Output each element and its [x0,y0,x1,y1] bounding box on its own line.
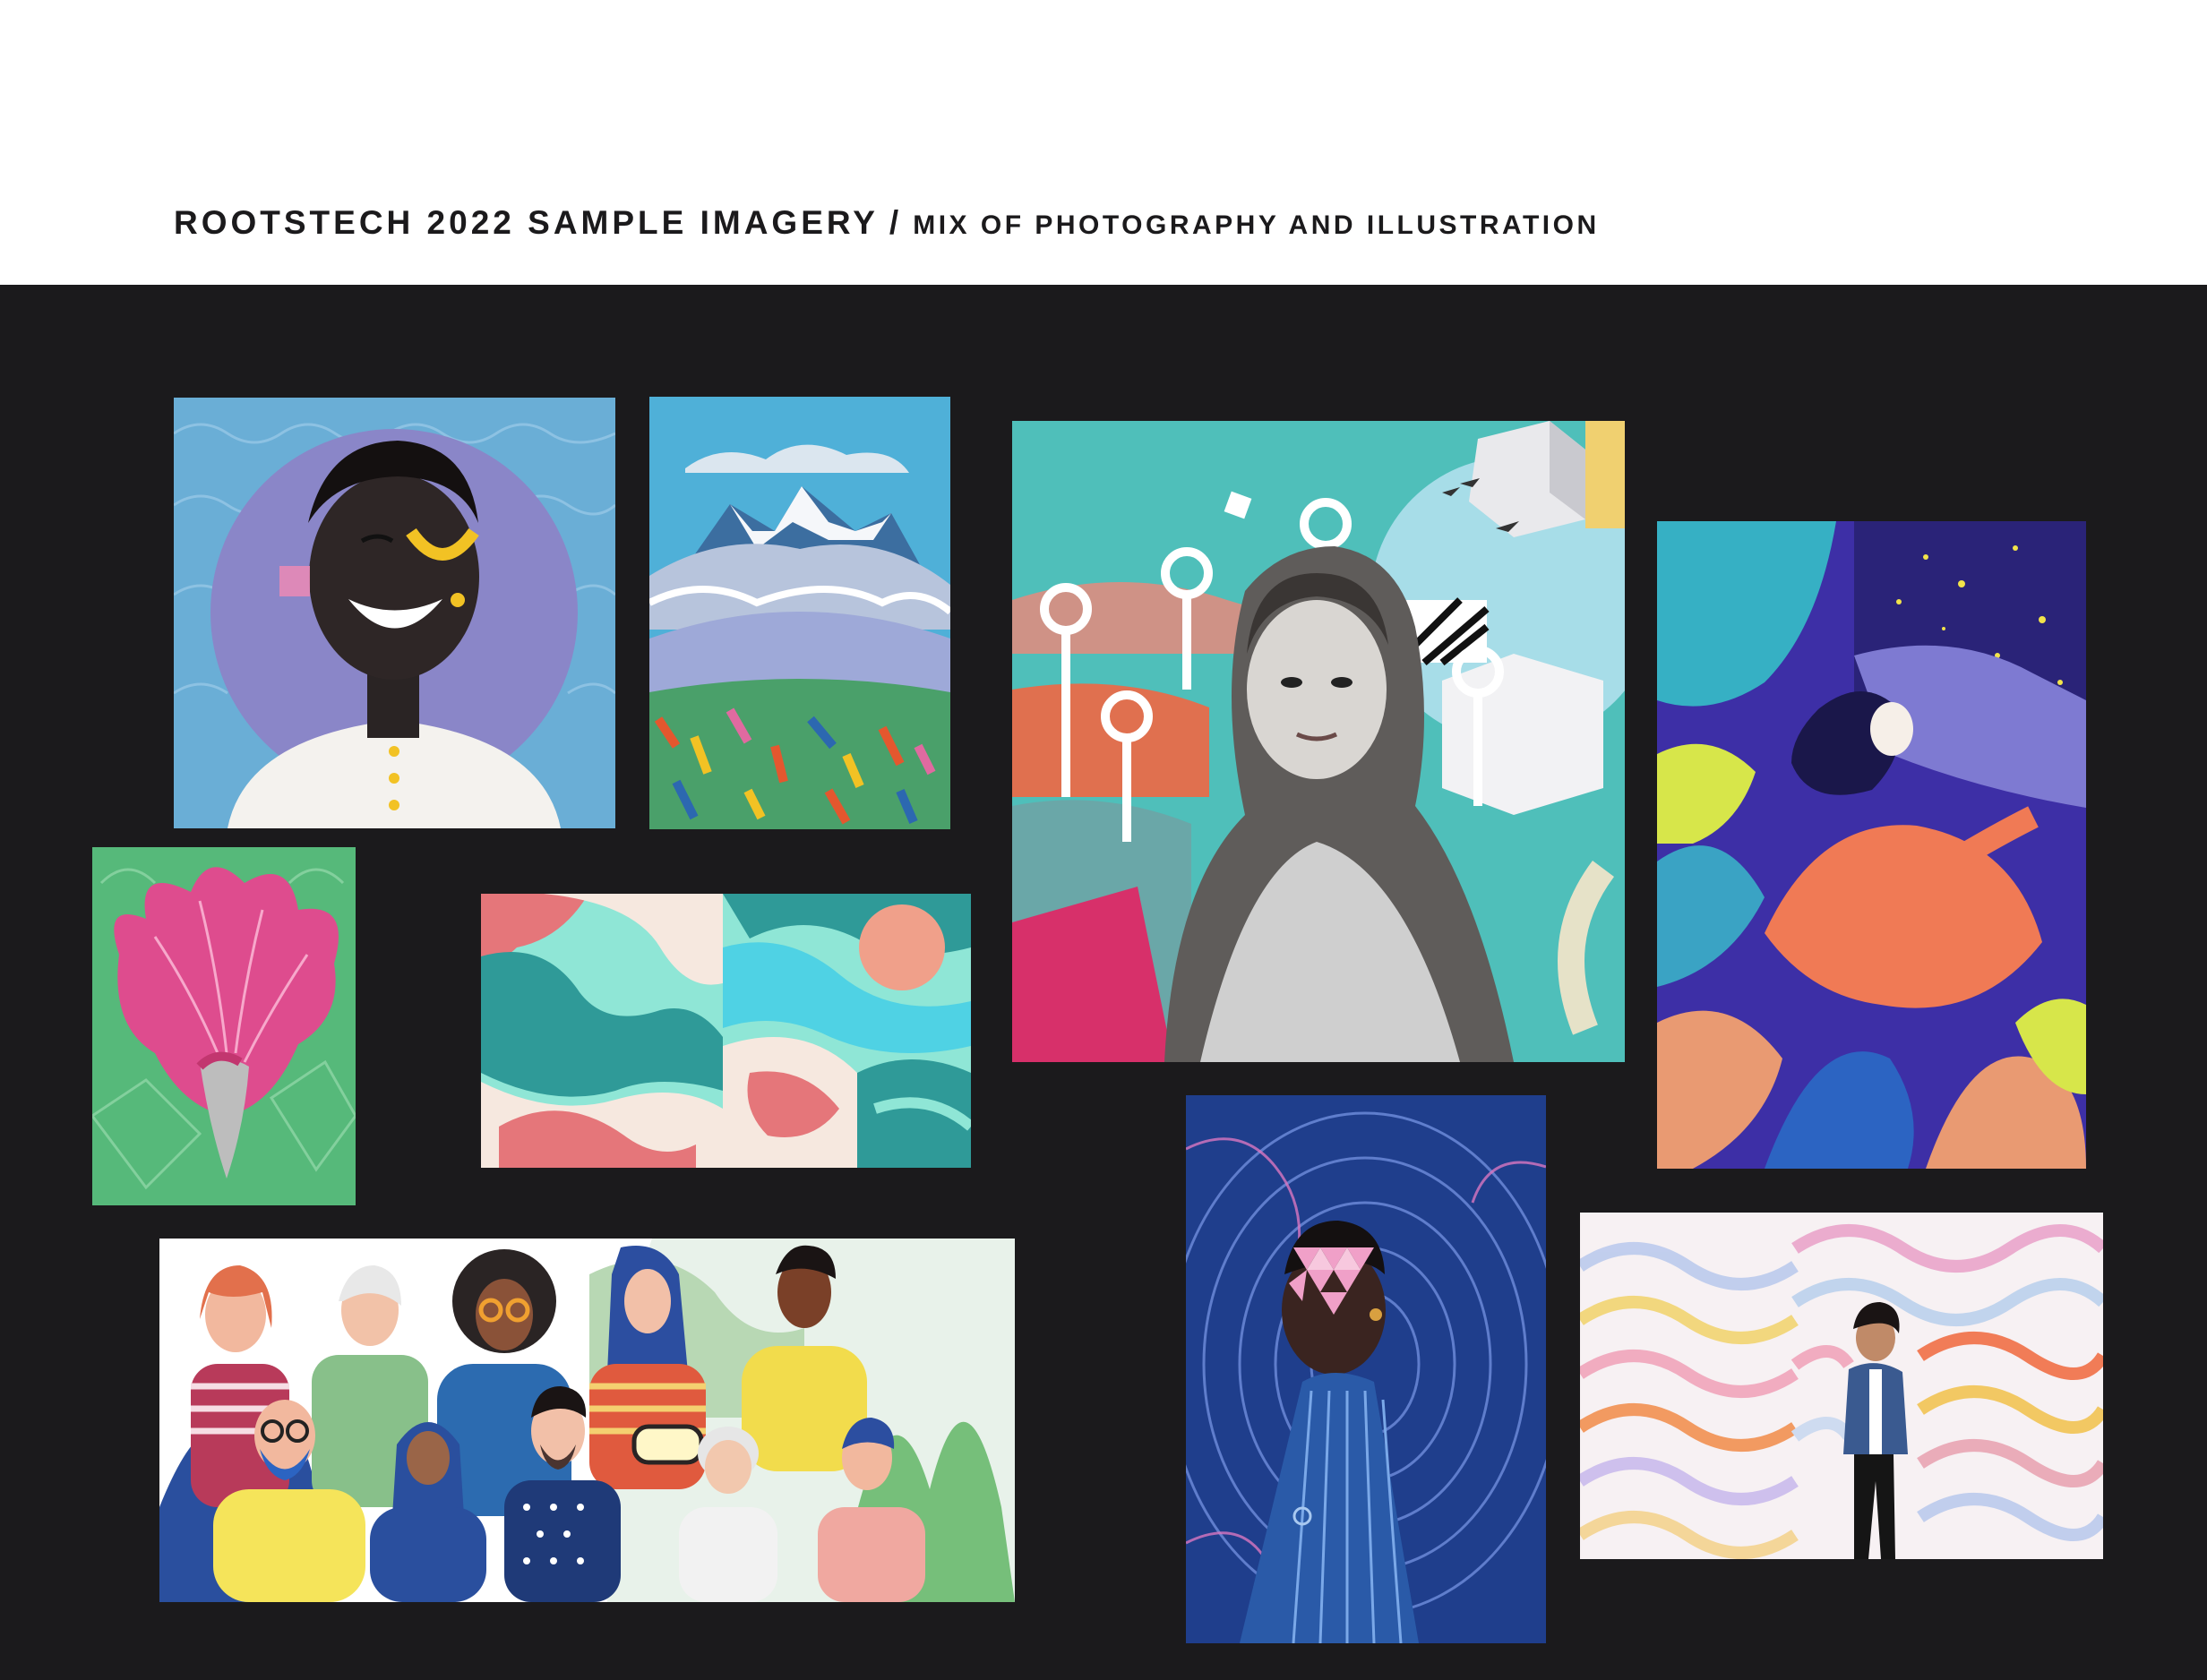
image-pink-hair [92,847,356,1205]
title-separator: / [889,204,903,241]
page-header: ROOTSTECH 2022 SAMPLE IMAGERY / MIX OF PHO… [0,0,2207,285]
image-vintage-portrait-collage [1012,421,1625,1062]
image-woman-leaves [1657,521,2086,1169]
image-diverse-group [159,1239,1015,1602]
image-smiling-woman-halo [174,398,615,828]
image-board [0,285,2207,1680]
image-abstract-waves [481,894,971,1168]
image-woman-geometric-face [1186,1095,1546,1643]
image-mountain-landscape [649,397,950,829]
image-woman-mural-wall [1580,1213,2103,1559]
page-title: ROOTSTECH 2022 SAMPLE IMAGERY / MIX OF PHO… [174,201,1600,248]
title-subtitle: MIX OF PHOTOGRAPHY AND ILLUSTRATION [913,210,1600,240]
title-main: ROOTSTECH 2022 SAMPLE IMAGERY [174,204,879,241]
